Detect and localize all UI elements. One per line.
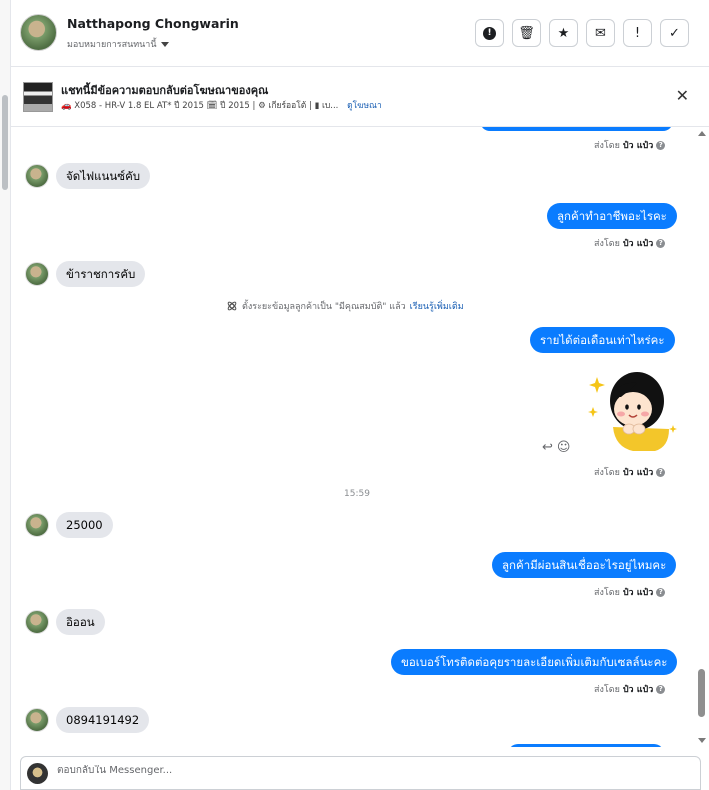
follow-up-icon: ! bbox=[634, 25, 641, 41]
reply-icon[interactable]: ↩ bbox=[542, 440, 553, 455]
sent-prefix: ส่งโดย bbox=[594, 141, 620, 151]
ad-banner-title: แชทนี้มีข้อความตอบกลับต่อโฆษณาของคุณ bbox=[61, 84, 269, 97]
sent-prefix: ส่งโดย bbox=[594, 588, 620, 598]
conversation-header: Natthapong Chongwarin มอบหมายการสนทนานี้… bbox=[11, 0, 709, 67]
timestamp: 15:59 bbox=[344, 489, 370, 499]
contact-avatar[interactable] bbox=[20, 14, 57, 51]
ad-reply-banner: แชทนี้มีข้อความตอบกลับต่อโฆษณาของคุณ 🚗 X… bbox=[11, 67, 709, 127]
incoming-message: ข้าราชการคับ bbox=[25, 261, 146, 287]
incoming-message: อิออน bbox=[25, 609, 105, 635]
sent-by-name: ป๋ว แป๋ว bbox=[622, 239, 654, 249]
incoming-bubble[interactable]: จัดไฟแนนซ์คับ bbox=[56, 163, 151, 189]
help-icon[interactable]: ? bbox=[656, 467, 666, 477]
reply-composer bbox=[20, 756, 701, 790]
assign-conversation-dropdown[interactable]: มอบหมายการสนทนานี้ bbox=[67, 37, 169, 51]
contact-avatar-small[interactable] bbox=[25, 513, 49, 537]
view-ad-link[interactable]: ดูโฆษณา bbox=[347, 101, 382, 111]
sent-prefix: ส่งโดย bbox=[594, 685, 620, 695]
ad-meta-line: 🚗 X058 - HR-V 1.8 EL AT* ปี 2015 🗓 ปี 20… bbox=[61, 98, 382, 112]
star-icon: ★ bbox=[557, 25, 570, 41]
chat-scrollbar[interactable] bbox=[694, 127, 709, 747]
contact-name[interactable]: Natthapong Chongwarin bbox=[67, 16, 239, 31]
sent-by-label: ส่งโดย ป๋ว แป๋ว? bbox=[594, 465, 666, 479]
incoming-message: 0894191492 bbox=[25, 707, 150, 733]
outgoing-message-partial[interactable] bbox=[480, 127, 673, 131]
ad-thumbnail bbox=[23, 82, 53, 112]
outgoing-bubble[interactable]: ขอเบอร์โทรติดต่อคุยรายละเอียดเพิ่มเติมกั… bbox=[391, 649, 678, 675]
incoming-bubble[interactable]: ข้าราชการคับ bbox=[56, 261, 146, 287]
close-icon[interactable]: ✕ bbox=[676, 88, 689, 104]
page-avatar bbox=[27, 763, 48, 784]
outgoing-bubble[interactable]: รายได้ต่อเดือนเท่าไหร่คะ bbox=[530, 327, 675, 353]
incoming-message: จัดไฟแนนซ์คับ bbox=[25, 163, 151, 189]
sent-by-label: ส่งโดย ป๋ว แป๋ว? bbox=[594, 138, 666, 152]
mark-unread-icon: ✉ bbox=[595, 25, 606, 41]
delete-button[interactable]: 🗑 bbox=[512, 19, 541, 47]
trash-icon: 🗑 bbox=[518, 25, 535, 41]
reply-input[interactable] bbox=[57, 765, 657, 776]
ad-meta-text: 🚗 X058 - HR-V 1.8 EL AT* ปี 2015 🗓 ปี 20… bbox=[61, 101, 339, 111]
follow-up-button[interactable]: ! bbox=[623, 19, 652, 47]
incoming-bubble[interactable]: อิออน bbox=[56, 609, 105, 635]
spam-icon: ! bbox=[483, 26, 496, 40]
girl-sticker[interactable] bbox=[585, 367, 677, 453]
sent-by-name: ป๋ว แป๋ว bbox=[622, 685, 654, 695]
mark-unread-button[interactable]: ✉ bbox=[586, 19, 615, 47]
system-notice: ตั้งระยะข้อมูลลูกค้าเป็น "มีคุณสมบัติ" แ… bbox=[226, 299, 464, 313]
sent-prefix: ส่งโดย bbox=[594, 239, 620, 249]
react-emoji-icon[interactable]: ☺ bbox=[557, 440, 571, 455]
contact-avatar-small[interactable] bbox=[25, 164, 49, 188]
scroll-down-arrow-icon[interactable] bbox=[698, 738, 706, 743]
mark-spam-button[interactable]: ! bbox=[475, 19, 504, 47]
incoming-bubble[interactable]: 25000 bbox=[56, 512, 113, 538]
incoming-message: 25000 bbox=[25, 512, 113, 538]
sent-prefix: ส่งโดย bbox=[594, 468, 620, 478]
system-notice-text: ตั้งระยะข้อมูลลูกค้าเป็น "มีคุณสมบัติ" แ… bbox=[242, 302, 406, 312]
sent-by-name: ป๋ว แป๋ว bbox=[622, 141, 654, 151]
help-icon[interactable]: ? bbox=[656, 238, 666, 248]
sent-by-name: ป๋ว แป๋ว bbox=[622, 588, 654, 598]
help-icon[interactable]: ? bbox=[656, 587, 666, 597]
done-icon: ✓ bbox=[669, 25, 680, 41]
contact-avatar-small[interactable] bbox=[25, 610, 49, 634]
assign-label: มอบหมายการสนทนานี้ bbox=[67, 40, 157, 50]
header-actions: ! 🗑 ★ ✉ ! ✓ bbox=[475, 19, 689, 47]
chat-scroll-thumb[interactable] bbox=[698, 669, 705, 717]
sent-by-label: ส่งโดย ป๋ว แป๋ว? bbox=[594, 585, 666, 599]
help-icon[interactable]: ? bbox=[656, 140, 666, 150]
contact-avatar-small[interactable] bbox=[25, 708, 49, 732]
scroll-up-arrow-icon[interactable] bbox=[698, 131, 706, 136]
sent-by-label: ส่งโดย ป๋ว แป๋ว? bbox=[594, 682, 666, 696]
mark-done-button[interactable]: ✓ bbox=[660, 19, 689, 47]
learn-more-link[interactable]: เรียนรู้เพิ่มเติม bbox=[410, 299, 464, 313]
star-button[interactable]: ★ bbox=[549, 19, 578, 47]
help-icon[interactable]: ? bbox=[656, 684, 666, 694]
sent-by-label: ส่งโดย ป๋ว แป๋ว? bbox=[594, 236, 666, 250]
message-actions: ↩ ☺ bbox=[542, 440, 570, 455]
outgoing-bubble[interactable]: ลูกค้ามีผ่อนสินเชื่ออะไรอยู่ไหมคะ bbox=[492, 552, 677, 578]
lead-status-icon bbox=[227, 301, 237, 311]
incoming-bubble[interactable]: 0894191492 bbox=[56, 707, 150, 733]
contact-avatar-small[interactable] bbox=[25, 262, 49, 286]
left-scroll-thumb[interactable] bbox=[2, 95, 8, 190]
outgoing-message-partial[interactable] bbox=[508, 744, 664, 747]
caret-down-icon bbox=[160, 41, 169, 47]
message-thread[interactable]: ส่งโดย ป๋ว แป๋ว? จัดไฟแนนซ์คับ ลูกค้าทำอา… bbox=[11, 127, 698, 747]
left-edge-scrollbar[interactable] bbox=[0, 0, 11, 790]
outgoing-bubble[interactable]: ลูกค้าทำอาชีพอะไรคะ bbox=[547, 203, 677, 229]
sent-by-name: ป๋ว แป๋ว bbox=[622, 468, 654, 478]
